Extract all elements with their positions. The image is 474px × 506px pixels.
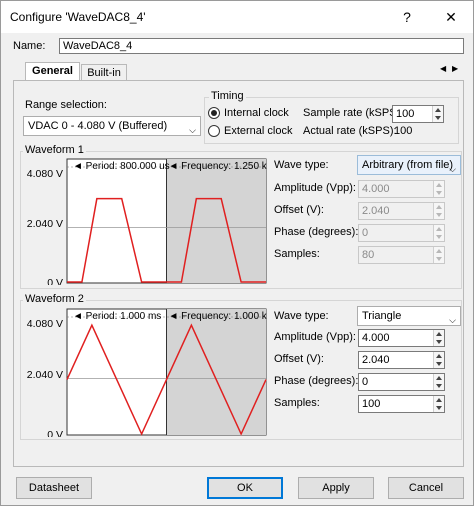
configure-dialog: Configure 'WaveDAC8_4' ? ✕ Name: WaveDAC…	[0, 0, 474, 506]
tab-scroll-left-icon[interactable]: ◀	[440, 64, 446, 73]
wave1-amplitude-spinner	[433, 181, 444, 197]
wave2-offset-value: 2.040	[362, 354, 390, 366]
wave2-amplitude-spinner[interactable]	[433, 330, 444, 346]
next-period-shade	[166, 159, 266, 283]
wave1-phase-label: Phase (degrees):	[274, 226, 359, 238]
chevron-down-icon: ⌵	[449, 164, 456, 174]
wave2-samples-value: 100	[362, 398, 381, 410]
wave1-offset-input: 2.040	[358, 202, 445, 220]
wave2-samples-input[interactable]: 100	[358, 395, 445, 413]
sample-rate-input[interactable]: 100	[392, 105, 444, 123]
ok-button[interactable]: OK	[207, 477, 283, 499]
tab-built-in[interactable]: Built-in	[81, 64, 127, 81]
y-tick-label: 0 V	[47, 277, 63, 285]
chevron-down-icon: ⌵	[189, 125, 196, 135]
period-label: ◄ Period: 800.000 us	[73, 161, 170, 172]
wave2-phase-value: 0	[362, 376, 369, 388]
wave2-offset-input[interactable]: 2.040	[358, 351, 445, 369]
wave1-amplitude-value: 4.000	[362, 183, 390, 195]
tab-general[interactable]: General	[25, 62, 80, 81]
wave1-amplitude-label: Amplitude (Vpp):	[274, 182, 356, 194]
waveform-1-title: Waveform 1	[23, 144, 86, 156]
wave1-offset-value: 2.040	[362, 205, 390, 217]
y-tick-label: 2.040 V	[27, 369, 63, 381]
cancel-button[interactable]: Cancel	[388, 477, 464, 499]
apply-button[interactable]: Apply	[298, 477, 374, 499]
frequency-label: ◄ Frequency: 1.250 kHz	[169, 161, 268, 172]
wave1-samples-label: Samples:	[274, 248, 320, 260]
wave2-type-label: Wave type:	[274, 310, 329, 322]
range-select[interactable]: VDAC 0 - 4.080 V (Buffered) ⌵	[23, 116, 201, 136]
wave1-type-label: Wave type:	[274, 159, 329, 171]
datasheet-button[interactable]: Datasheet	[16, 477, 92, 499]
title-bar: Configure 'WaveDAC8_4' ? ✕	[1, 1, 473, 33]
waveform-1-plot: 4.080 V 2.040 V 0 V ◄ Period: 800.000 us◄ F…	[27, 158, 268, 285]
tab-scroll-right-icon[interactable]: ▶	[452, 64, 458, 73]
waveform-2-title: Waveform 2	[23, 293, 86, 305]
sample-rate-spinner[interactable]	[432, 106, 443, 122]
wave2-type-value: Triangle	[362, 310, 402, 322]
wave2-samples-spinner[interactable]	[433, 396, 444, 412]
wave1-offset-label: Offset (V):	[274, 204, 324, 216]
y-tick-label: 4.080 V	[27, 168, 63, 180]
y-tick-label: 2.040 V	[27, 218, 63, 230]
wave1-samples-value: 80	[362, 249, 375, 261]
actual-rate-label: Actual rate (kSPS):	[303, 125, 397, 137]
wave2-offset-spinner[interactable]	[433, 352, 444, 368]
wave1-phase-input: 0	[358, 224, 445, 242]
external-clock-label[interactable]: External clock	[224, 125, 292, 137]
wave1-samples-spinner	[433, 247, 444, 263]
wave2-type-select[interactable]: Triangle ⌵	[357, 306, 461, 326]
sample-rate-label: Sample rate (kSPS):	[303, 107, 404, 119]
window-title: Configure 'WaveDAC8_4'	[10, 10, 146, 24]
wave2-phase-input[interactable]: 0	[358, 373, 445, 391]
help-button[interactable]: ?	[385, 1, 429, 33]
actual-rate-value: 100	[394, 125, 413, 137]
period-label: ◄ Period: 1.000 ms	[73, 311, 161, 322]
wave2-amplitude-input[interactable]: 4.000	[358, 329, 445, 347]
wave1-phase-value: 0	[362, 227, 369, 239]
wave2-phase-spinner[interactable]	[433, 374, 444, 390]
chevron-down-icon: ⌵	[449, 315, 456, 325]
external-clock-radio[interactable]	[208, 125, 220, 137]
internal-clock-label[interactable]: Internal clock	[224, 107, 289, 119]
wave1-phase-spinner	[433, 225, 444, 241]
name-label: Name:	[13, 40, 46, 52]
name-input[interactable]: WaveDAC8_4	[59, 38, 464, 54]
wave1-offset-spinner	[433, 203, 444, 219]
y-tick-label: 4.080 V	[27, 318, 63, 330]
wave2-amplitude-label: Amplitude (Vpp):	[274, 331, 356, 343]
sample-rate-value: 100	[396, 108, 415, 120]
y-tick-label: 0 V	[47, 429, 63, 437]
next-period-shade	[166, 309, 266, 435]
waveform-2-plot: 4.080 V 2.040 V 0 V ◄ Period: 1.000 ms ◄ Fre…	[27, 308, 268, 437]
wave2-phase-label: Phase (degrees):	[274, 375, 359, 387]
close-button[interactable]: ✕	[429, 1, 473, 33]
frequency-label: ◄ Frequency: 1.000 kHz	[169, 311, 268, 322]
wave1-amplitude-input: 4.000	[358, 180, 445, 198]
wave1-samples-input: 80	[358, 246, 445, 264]
wave2-offset-label: Offset (V):	[274, 353, 324, 365]
wave1-type-value: Arbitrary (from file)	[362, 159, 454, 171]
wave2-samples-label: Samples:	[274, 397, 320, 409]
internal-clock-radio[interactable]	[208, 107, 220, 119]
wave2-amplitude-value: 4.000	[362, 332, 390, 344]
range-select-value: VDAC 0 - 4.080 V (Buffered)	[28, 120, 168, 132]
range-label: Range selection:	[25, 99, 107, 111]
wave1-type-select[interactable]: Arbitrary (from file) ⌵	[357, 155, 461, 175]
timing-title: Timing	[209, 90, 246, 102]
